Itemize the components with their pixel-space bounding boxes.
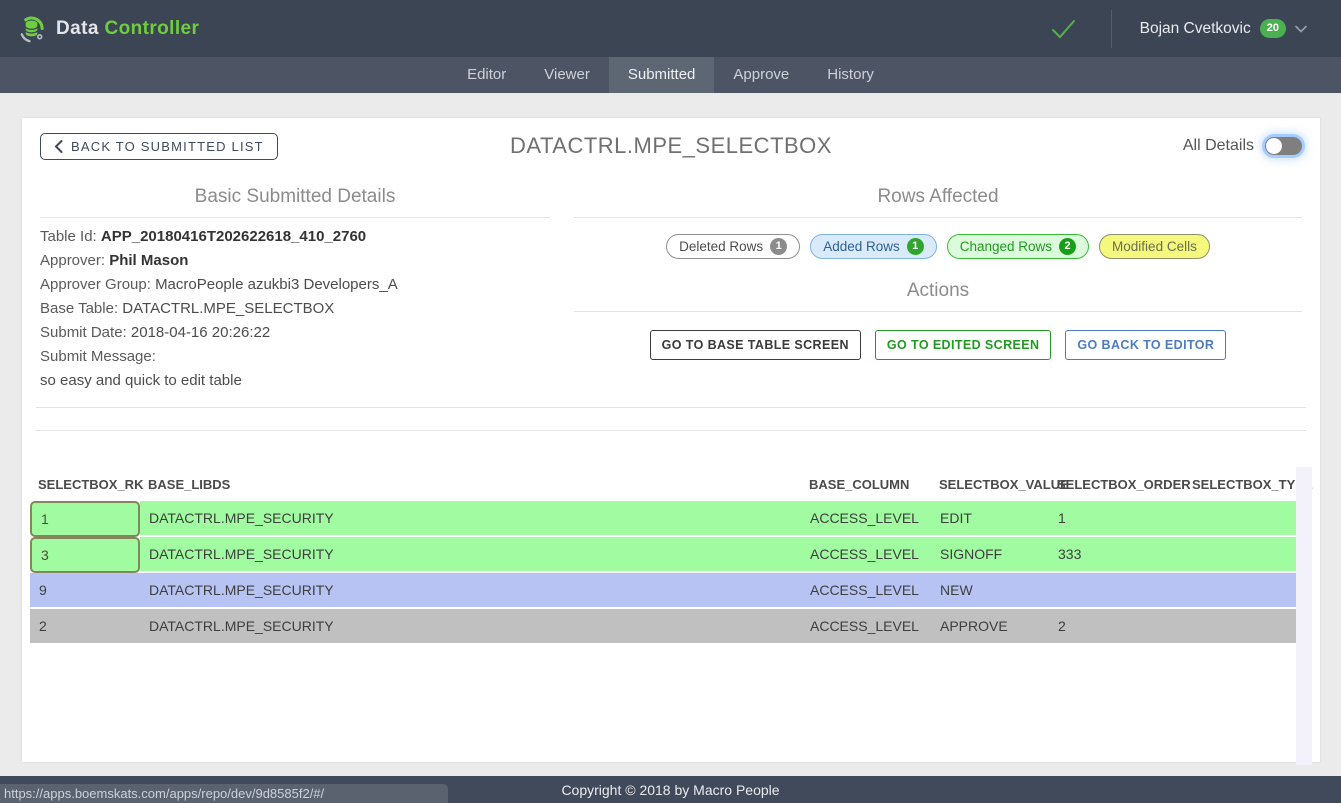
notification-count-badge: 20 bbox=[1260, 19, 1286, 38]
field-table-id: Table Id: APP_20180416T202622618_410_276… bbox=[40, 225, 550, 249]
field-approver: Approver: Phil Mason bbox=[40, 249, 550, 273]
submit-message-text: so easy and quick to edit table bbox=[40, 369, 550, 393]
app-logo[interactable]: Data Controller bbox=[16, 13, 199, 44]
divider bbox=[40, 217, 550, 218]
table-scrollbar-track[interactable] bbox=[1296, 467, 1312, 765]
deleted-rows-pill[interactable]: Deleted Rows 1 bbox=[666, 234, 800, 259]
app-title: Data Controller bbox=[56, 18, 199, 40]
table-row: 1 DATACTRL.MPE_SECURITY ACCESS_LEVEL EDI… bbox=[30, 501, 1296, 537]
modified-cells-pill[interactable]: Modified Cells bbox=[1099, 234, 1210, 259]
col-header-selectbox-rk: SELECTBOX_RK bbox=[30, 467, 140, 501]
table-row: 9 DATACTRL.MPE_SECURITY ACCESS_LEVEL NEW bbox=[30, 573, 1296, 609]
field-submit-date: Submit Date: 2018-04-16 20:26:22 bbox=[40, 321, 550, 345]
chevron-down-icon bbox=[1295, 25, 1307, 33]
rows-affected-heading: Rows Affected bbox=[574, 186, 1302, 208]
top-bar: Data Controller Bojan Cvetkovic 20 bbox=[0, 0, 1341, 57]
go-back-to-editor-button[interactable]: GO BACK TO EDITOR bbox=[1065, 330, 1226, 360]
back-to-submitted-list-button[interactable]: BACK TO SUBMITTED LIST bbox=[40, 133, 278, 160]
basic-details-heading: Basic Submitted Details bbox=[40, 186, 550, 208]
changed-rows-pill[interactable]: Changed Rows 2 bbox=[947, 234, 1089, 259]
content-card: BACK TO SUBMITTED LIST DATACTRL.MPE_SELE… bbox=[22, 118, 1320, 762]
basic-submitted-details-section: Basic Submitted Details Table Id: APP_20… bbox=[40, 174, 550, 393]
user-name: Bojan Cvetkovic bbox=[1140, 20, 1251, 38]
col-header-selectbox-order: SELECTBOX_ORDER bbox=[1049, 467, 1184, 501]
divider bbox=[36, 430, 1306, 431]
copyright-text: Copyright © 2018 by Macro People bbox=[561, 782, 779, 798]
page-title: DATACTRL.MPE_SELECTBOX bbox=[510, 133, 832, 159]
main-nav: Editor Viewer Submitted Approve History bbox=[0, 57, 1341, 93]
col-header-selectbox-value: SELECTBOX_VALUE bbox=[931, 467, 1049, 501]
rows-affected-section: Rows Affected Deleted Rows 1 Added Rows … bbox=[574, 174, 1302, 360]
action-buttons: GO TO BASE TABLE SCREEN GO TO EDITED SCR… bbox=[574, 330, 1302, 360]
divider bbox=[574, 217, 1302, 218]
divider bbox=[574, 311, 1302, 312]
divider bbox=[36, 407, 1306, 408]
go-to-base-table-screen-button[interactable]: GO TO BASE TABLE SCREEN bbox=[650, 330, 861, 360]
all-details-toggle[interactable] bbox=[1265, 137, 1302, 155]
modified-cell: 3 bbox=[30, 537, 140, 573]
tab-viewer[interactable]: Viewer bbox=[525, 57, 609, 93]
toggle-knob bbox=[1266, 138, 1282, 154]
added-rows-pill[interactable]: Added Rows 1 bbox=[810, 234, 937, 259]
field-submit-message: Submit Message: bbox=[40, 345, 550, 369]
tab-submitted[interactable]: Submitted bbox=[609, 57, 715, 93]
user-menu[interactable]: Bojan Cvetkovic 20 bbox=[1140, 19, 1325, 38]
tab-editor[interactable]: Editor bbox=[448, 57, 525, 93]
table-row: 2 DATACTRL.MPE_SECURITY ACCESS_LEVEL APP… bbox=[30, 609, 1296, 645]
deleted-rows-count-badge: 1 bbox=[770, 238, 787, 255]
tab-history[interactable]: History bbox=[808, 57, 893, 93]
col-header-base-libds: BASE_LIBDS bbox=[140, 467, 801, 501]
field-approver-group: Approver Group: MacroPeople azukbi3 Deve… bbox=[40, 273, 550, 297]
col-header-selectbox-type: SELECTBOX_TYPE bbox=[1184, 467, 1296, 501]
table-row: 3 DATACTRL.MPE_SECURITY ACCESS_LEVEL SIG… bbox=[30, 537, 1296, 573]
actions-heading: Actions bbox=[574, 280, 1302, 302]
database-sync-icon bbox=[16, 13, 47, 44]
data-table: SELECTBOX_RK BASE_LIBDS BASE_COLUMN SELE… bbox=[30, 467, 1296, 645]
check-icon bbox=[1049, 18, 1077, 40]
field-base-table: Base Table: DATACTRL.MPE_SELECTBOX bbox=[40, 297, 550, 321]
col-header-base-column: BASE_COLUMN bbox=[801, 467, 931, 501]
go-to-edited-screen-button[interactable]: GO TO EDITED SCREEN bbox=[875, 330, 1052, 360]
all-details-label: All Details bbox=[1183, 137, 1254, 155]
header-divider bbox=[1111, 10, 1112, 48]
submitted-data-grid: SELECTBOX_RK BASE_LIBDS BASE_COLUMN SELE… bbox=[30, 467, 1312, 767]
card-toolbar: BACK TO SUBMITTED LIST DATACTRL.MPE_SELE… bbox=[22, 118, 1320, 174]
modified-cell: 1 bbox=[30, 501, 140, 537]
browser-link-preview: https://apps.boemskats.com/apps/repo/dev… bbox=[0, 784, 448, 803]
chevron-left-icon bbox=[54, 140, 63, 153]
rows-affected-pills: Deleted Rows 1 Added Rows 1 Changed Rows… bbox=[574, 234, 1302, 259]
table-header-row: SELECTBOX_RK BASE_LIBDS BASE_COLUMN SELE… bbox=[30, 467, 1296, 501]
added-rows-count-badge: 1 bbox=[907, 238, 924, 255]
tab-approve[interactable]: Approve bbox=[714, 57, 808, 93]
changed-rows-count-badge: 2 bbox=[1059, 238, 1076, 255]
